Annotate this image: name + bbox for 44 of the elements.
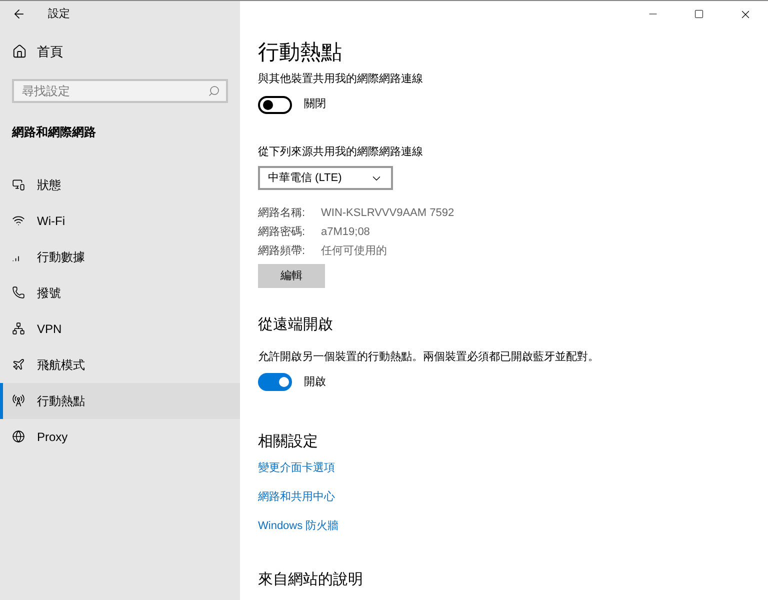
- settings-link[interactable]: 變更介面卡選項: [258, 460, 339, 476]
- section-heading: 相關設定: [258, 432, 318, 452]
- setting-description: 允許開啟另一個裝置的行動熱點。兩個裝置必須都已開啟藍牙並配對。: [258, 350, 599, 364]
- nav-item[interactable]: 行動數據: [0, 238, 240, 274]
- toggle-state: 開啟: [304, 374, 326, 390]
- settings-link[interactable]: Windows 防火牆: [258, 518, 339, 534]
- antenna-icon: [12, 394, 25, 407]
- nav-item[interactable]: 飛航模式: [0, 346, 240, 382]
- window-title: 設定: [48, 6, 70, 22]
- detail-label: 網路名稱:: [258, 206, 306, 221]
- globe-icon: [12, 430, 25, 443]
- detail-value: WIN-KSLRVVV9AAM 7592: [321, 206, 454, 221]
- page-title: 行動熱點: [258, 40, 342, 66]
- network-icon: [12, 322, 25, 335]
- section-heading: 從遠端開啟: [258, 315, 333, 335]
- section-heading: 網路和網際網路: [12, 124, 96, 140]
- phone-icon: [12, 286, 25, 299]
- toggle-switch[interactable]: [258, 96, 292, 114]
- nav-item[interactable]: 行動熱點: [0, 382, 240, 418]
- search-field[interactable]: 尋找設定: [12, 78, 228, 102]
- back-icon[interactable]: [12, 7, 26, 21]
- maximize-icon: [694, 9, 704, 19]
- detail-label: 網路頻帶:: [258, 244, 306, 259]
- monitor-icon: [12, 178, 25, 191]
- setting-label: 從下列來源共用我的網際網路連線: [258, 144, 423, 160]
- toggle-state: 關閉: [304, 97, 326, 112]
- toggle-switch[interactable]: [258, 373, 292, 391]
- nav-item[interactable]: Wi-Fi: [0, 202, 240, 238]
- setting-label: 與其他裝置共用我的網際網路連線: [258, 72, 423, 87]
- edit-button[interactable]: 編輯: [258, 264, 325, 288]
- settings-link[interactable]: 網路和共用中心: [258, 488, 339, 506]
- airplane-icon: [12, 358, 25, 371]
- source-dropdown[interactable]: 中華電信 (LTE): [258, 166, 393, 190]
- nav-item[interactable]: Proxy: [0, 418, 240, 454]
- home-icon: [12, 44, 27, 60]
- section-heading: 來自網站的說明: [258, 570, 363, 590]
- home-item[interactable]: 首頁: [12, 42, 63, 62]
- detail-label: 網路密碼:: [258, 225, 306, 240]
- nav-item[interactable]: VPN: [0, 310, 240, 346]
- nav-item[interactable]: 撥號: [0, 274, 240, 310]
- detail-value: 任何可使用的: [321, 244, 387, 259]
- nav-item[interactable]: 狀態: [0, 166, 240, 202]
- detail-value: a7M19;08: [321, 225, 370, 240]
- search-icon[interactable]: [208, 84, 220, 96]
